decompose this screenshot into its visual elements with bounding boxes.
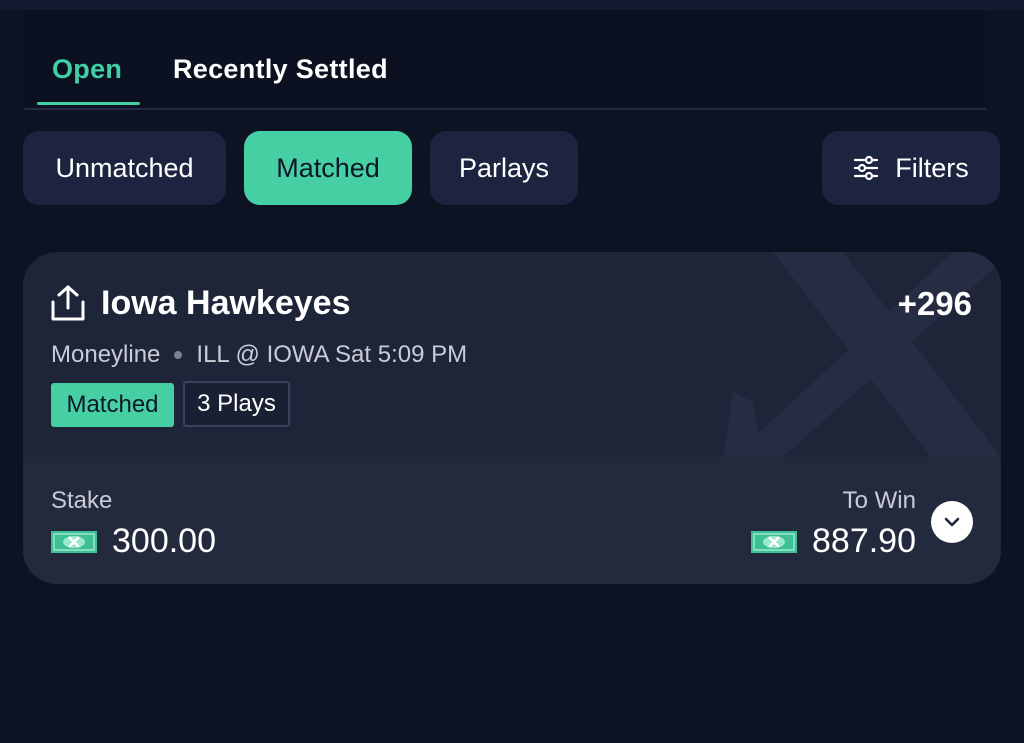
team-name: Iowa Hawkeyes <box>101 284 351 322</box>
top-strip <box>0 0 1024 10</box>
filters-label: Filters <box>895 152 969 183</box>
tab-recently-settled[interactable]: Recently Settled <box>173 54 388 85</box>
page: Open Recently Settled Unmatched Matched … <box>0 0 1024 743</box>
to-win-amount: 887.90 <box>812 522 916 560</box>
unmatched-filter-chip[interactable]: Unmatched <box>23 131 226 205</box>
stake-row: 300.00 <box>51 522 216 561</box>
plays-badge[interactable]: 3 Plays <box>183 381 290 427</box>
filters-button[interactable]: Filters <box>822 131 1000 205</box>
sliders-icon <box>854 155 879 181</box>
bet-tabs: Open Recently Settled <box>24 10 986 110</box>
expand-bet-button[interactable] <box>931 501 973 543</box>
parlays-filter-chip[interactable]: Parlays <box>430 131 578 205</box>
share-icon[interactable] <box>50 284 86 322</box>
bet-card-header: Iowa Hawkeyes +296 Moneyline ILL @ IOWA … <box>23 252 1001 457</box>
stake-label: Stake <box>51 487 113 514</box>
bet-card[interactable]: Iowa Hawkeyes +296 Moneyline ILL @ IOWA … <box>23 252 1001 584</box>
cash-icon <box>51 530 97 553</box>
matched-chip-label: Matched <box>276 152 380 183</box>
to-win-row: 887.90 <box>751 522 916 561</box>
chevron-down-icon <box>944 517 960 527</box>
to-win-label: To Win <box>842 487 916 514</box>
tab-open[interactable]: Open <box>52 54 122 85</box>
odds-value: +296 <box>897 285 972 322</box>
status-badge-label: Matched <box>66 391 159 418</box>
cash-icon <box>751 530 797 553</box>
market-type: Moneyline <box>51 341 161 368</box>
separator-dot <box>174 351 183 359</box>
status-badge: Matched <box>51 383 174 427</box>
bet-details: Moneyline ILL @ IOWA Sat 5:09 PM <box>51 341 467 369</box>
unmatched-chip-label: Unmatched <box>55 152 194 183</box>
stake-amount: 300.00 <box>112 522 216 560</box>
plays-badge-label: 3 Plays <box>197 390 276 417</box>
x-logo-watermark-icon <box>723 252 1001 457</box>
game-info: ILL @ IOWA Sat 5:09 PM <box>196 341 468 368</box>
parlays-chip-label: Parlays <box>458 152 550 183</box>
bet-card-footer <box>23 457 1001 584</box>
matched-filter-chip[interactable]: Matched <box>244 131 412 205</box>
active-tab-indicator <box>37 102 140 105</box>
